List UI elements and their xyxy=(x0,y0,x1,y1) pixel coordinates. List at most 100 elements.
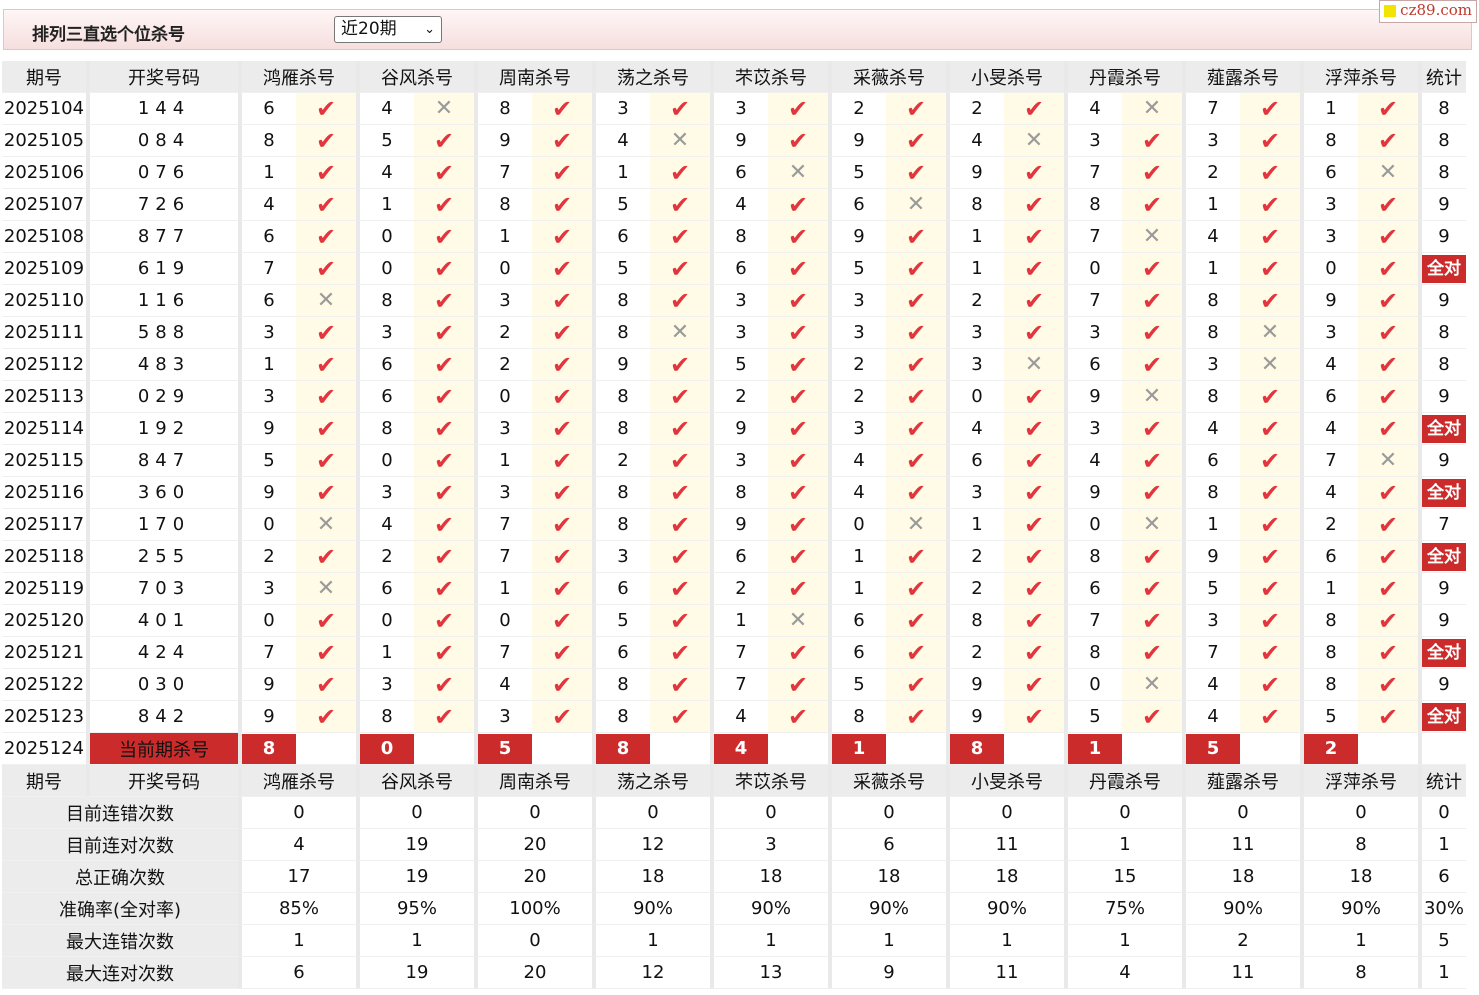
table-row: 2025122 030 9 ✔ 3 ✔ 4 ✔ 8 ✔ 7 ✔ 5 ✔ 9 ✔ 0 ✕ 4 ✔ 8 ✔ 9 xyxy=(2,669,1466,701)
draw-number-cell: 030 xyxy=(86,669,238,701)
check-icon: ✔ xyxy=(1240,573,1300,605)
kill-number-cell: 5 xyxy=(828,669,886,701)
table-row: 2025115 847 5 ✔ 0 ✔ 1 ✔ 2 ✔ 3 ✔ 4 ✔ 6 ✔ 4 ✔ 6 ✔ 7 ✕ 9 xyxy=(2,445,1466,477)
empty-cell xyxy=(768,733,828,765)
kill-number-cell: 4 xyxy=(828,477,886,509)
kill-number-cell: 6 xyxy=(828,637,886,669)
kill-number-cell: 5 xyxy=(238,445,296,477)
stats-value: 8 xyxy=(1300,829,1418,861)
kill-number-cell: 1 xyxy=(946,509,1004,541)
current-kill-badge: 8 xyxy=(596,733,650,764)
cross-icon: ✕ xyxy=(768,157,828,189)
check-icon: ✔ xyxy=(1004,541,1064,573)
site-logo[interactable]: cz89.com xyxy=(1379,0,1477,23)
kill-number-cell: 5 xyxy=(828,253,886,285)
check-icon: ✔ xyxy=(886,701,946,733)
all-correct-badge: 全对 xyxy=(1422,254,1466,283)
check-icon: ✔ xyxy=(414,381,474,413)
stats-value: 20 xyxy=(474,957,592,989)
check-icon: ✔ xyxy=(1358,605,1418,637)
check-icon: ✔ xyxy=(650,221,710,253)
stats-value: 12 xyxy=(592,829,710,861)
kill-number-cell: 1 xyxy=(946,253,1004,285)
check-icon: ✔ xyxy=(1358,189,1418,221)
kill-number-cell: 8 xyxy=(1300,605,1358,637)
current-label-cell: 当前期杀号 xyxy=(86,733,238,765)
stats-value: 0 xyxy=(1300,797,1418,829)
kill-number-cell: 6 xyxy=(356,573,414,605)
kill-number-cell: 3 xyxy=(356,669,414,701)
stats-value: 100% xyxy=(474,893,592,925)
check-icon: ✔ xyxy=(886,125,946,157)
check-icon: ✔ xyxy=(1004,669,1064,701)
kill-number-cell: 9 xyxy=(238,413,296,445)
kill-number-cell: 9 xyxy=(238,701,296,733)
kill-number-cell: 6 xyxy=(238,93,296,125)
check-icon: ✔ xyxy=(1004,381,1064,413)
kill-number-cell: 6 xyxy=(828,189,886,221)
current-kill-badge: 1 xyxy=(1068,733,1122,764)
check-icon: ✔ xyxy=(1122,605,1182,637)
kill-number-cell: 0 xyxy=(946,381,1004,413)
check-icon: ✔ xyxy=(1240,221,1300,253)
current-kill-cell: 1 xyxy=(1064,733,1122,765)
stats-label: 目前连错次数 xyxy=(2,797,238,829)
kill-number-cell: 9 xyxy=(238,669,296,701)
kill-number-cell: 6 xyxy=(1300,157,1358,189)
count-cell: 8 xyxy=(1418,125,1466,157)
kill-number-cell: 3 xyxy=(238,381,296,413)
check-icon: ✔ xyxy=(1122,701,1182,733)
kill-number-cell: 5 xyxy=(1064,701,1122,733)
kill-number-cell: 6 xyxy=(356,381,414,413)
draw-number-cell: 029 xyxy=(86,381,238,413)
check-icon: ✔ xyxy=(1240,477,1300,509)
kill-number-cell: 3 xyxy=(1300,221,1358,253)
kill-number-cell: 4 xyxy=(356,93,414,125)
stats-value: 1 xyxy=(356,925,474,957)
table-row: 2025109 619 7 ✔ 0 ✔ 0 ✔ 5 ✔ 6 ✔ 5 ✔ 1 ✔ 0 ✔ 1 ✔ 0 ✔ 全对 xyxy=(2,253,1466,285)
header-draw: 开奖号码 xyxy=(86,61,238,93)
period-cell: 2025120 xyxy=(2,605,86,637)
check-icon: ✔ xyxy=(1358,349,1418,381)
kill-number-cell: 2 xyxy=(356,541,414,573)
check-icon: ✔ xyxy=(1004,221,1064,253)
page-title: 排列三直选个位杀号 xyxy=(32,25,185,45)
check-icon: ✔ xyxy=(886,541,946,573)
check-icon: ✔ xyxy=(532,93,592,125)
current-kill-cell: 8 xyxy=(238,733,296,765)
kill-number-cell: 8 xyxy=(1300,637,1358,669)
kill-number-cell: 8 xyxy=(1182,317,1240,349)
kill-number-cell: 3 xyxy=(828,317,886,349)
check-icon: ✔ xyxy=(886,317,946,349)
count-cell: 8 xyxy=(1418,157,1466,189)
count-cell: 9 xyxy=(1418,381,1466,413)
kill-number-cell: 0 xyxy=(1064,253,1122,285)
check-icon: ✔ xyxy=(1240,381,1300,413)
check-icon: ✔ xyxy=(768,381,828,413)
header-count: 统计 xyxy=(1418,765,1466,797)
check-icon: ✔ xyxy=(1358,669,1418,701)
header-killer: 丹霞杀号 xyxy=(1064,61,1182,93)
period-range-select[interactable]: 近20期 ⌄ xyxy=(334,16,442,43)
check-icon: ✔ xyxy=(1122,477,1182,509)
check-icon: ✔ xyxy=(296,637,356,669)
current-kill-cell: 5 xyxy=(474,733,532,765)
stats-value: 9 xyxy=(828,957,946,989)
kill-number-cell: 9 xyxy=(946,157,1004,189)
check-icon: ✔ xyxy=(768,477,828,509)
current-kill-cell: 8 xyxy=(592,733,650,765)
table-row: 2025114 192 9 ✔ 8 ✔ 3 ✔ 8 ✔ 9 ✔ 3 ✔ 4 ✔ 3 ✔ 4 ✔ 4 ✔ 全对 xyxy=(2,413,1466,445)
kill-number-cell: 2 xyxy=(1182,157,1240,189)
kill-number-cell: 8 xyxy=(1064,189,1122,221)
cross-icon: ✕ xyxy=(296,573,356,605)
kill-number-cell: 0 xyxy=(356,605,414,637)
check-icon: ✔ xyxy=(414,189,474,221)
kill-number-cell: 4 xyxy=(356,157,414,189)
stats-value: 13 xyxy=(710,957,828,989)
check-icon: ✔ xyxy=(650,413,710,445)
kill-number-cell: 9 xyxy=(238,477,296,509)
check-icon: ✔ xyxy=(650,93,710,125)
kill-number-cell: 1 xyxy=(238,349,296,381)
stats-value: 11 xyxy=(946,957,1064,989)
check-icon: ✔ xyxy=(768,349,828,381)
